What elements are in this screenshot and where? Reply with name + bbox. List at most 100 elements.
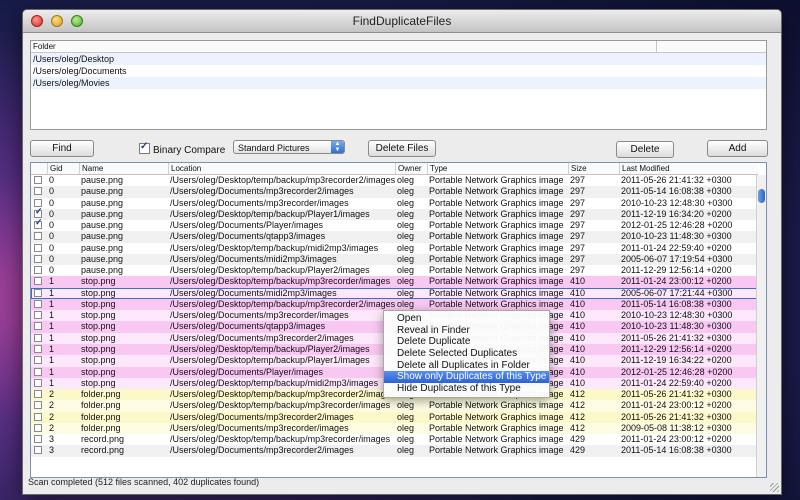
cell-name: pause.png	[81, 253, 124, 264]
cell-last-modified: 2011-05-14 16:08:38 +0300	[621, 445, 732, 456]
folder-list[interactable]: Folder /Users/oleg/Desktop /Users/oleg/D…	[30, 40, 767, 130]
cell-owner: oleg	[397, 265, 415, 276]
row-checkbox[interactable]	[34, 243, 42, 252]
row-checkbox[interactable]	[34, 412, 42, 421]
delete-files-button[interactable]: Delete Files	[368, 140, 436, 157]
row-checkbox[interactable]	[34, 176, 42, 184]
cell-location: /Users/oleg/Desktop/temp/backup/Player1/…	[170, 208, 370, 219]
table-row[interactable]: 0 pause.png/Users/oleg/Documents/mp3recor…	[31, 197, 758, 209]
row-checkbox[interactable]	[34, 311, 42, 320]
cell-owner: oleg	[397, 287, 415, 298]
table-row[interactable]: 0 pause.png/Users/oleg/Documents/qtapp3/i…	[31, 231, 758, 243]
folder-item[interactable]: /Users/oleg/Movies	[31, 77, 766, 89]
row-checkbox[interactable]	[34, 333, 42, 342]
context-menu-item[interactable]: Delete Selected Duplicates	[384, 348, 549, 360]
cell-last-modified: 2011-12-19 16:34:20 +0200	[621, 208, 732, 219]
folder-column-header[interactable]: Folder	[31, 41, 766, 53]
column-header-location[interactable]: Location	[168, 163, 395, 174]
table-row[interactable]: 0 pause.png/Users/oleg/Desktop/temp/backu…	[31, 175, 758, 187]
table-row[interactable]: 0 pause.png/Users/oleg/Desktop/temp/backu…	[31, 265, 758, 277]
table-row[interactable]: 2 folder.png/Users/oleg/Desktop/temp/back…	[31, 400, 758, 412]
cell-location: /Users/oleg/Documents/Player/images	[170, 220, 324, 231]
row-checkbox[interactable]	[34, 277, 42, 286]
add-folder-button[interactable]: Add	[707, 140, 768, 157]
vertical-scrollbar[interactable]	[756, 175, 766, 477]
context-menu-item[interactable]: Hide Duplicates of this Type	[384, 383, 549, 395]
row-checkbox[interactable]	[34, 390, 42, 399]
cell-name: stop.png	[81, 332, 116, 343]
cell-gid: 3	[49, 445, 55, 456]
cell-name: pause.png	[81, 208, 124, 219]
cell-gid: 1	[49, 310, 55, 321]
file-type-select[interactable]: Standard Pictures ▲ ▼	[233, 140, 345, 154]
context-menu-item[interactable]: Show only Duplicates of this Type	[384, 371, 549, 384]
cell-last-modified: 2011-05-14 16:08:38 +0300	[621, 298, 732, 309]
row-checkbox[interactable]	[34, 232, 42, 241]
table-row[interactable]: 0 pause.png/Users/oleg/Desktop/temp/backu…	[31, 242, 758, 254]
context-menu-item[interactable]: Open	[384, 313, 549, 325]
row-checkbox[interactable]	[34, 344, 42, 353]
table-row[interactable]: 1 stop.png/Users/oleg/Desktop/temp/backup…	[31, 298, 758, 311]
row-checkbox[interactable]	[34, 378, 42, 387]
row-checkbox[interactable]	[34, 299, 42, 308]
cell-type: Portable Network Graphics image	[429, 220, 564, 231]
context-menu-item[interactable]: Reveal in Finder	[384, 325, 549, 337]
context-menu-item[interactable]: Delete all Duplicates in Folder	[384, 360, 549, 372]
row-checkbox[interactable]	[34, 288, 42, 297]
column-header-check[interactable]	[31, 163, 47, 174]
table-row[interactable]: 0 pause.png/Users/oleg/Documents/Player/i…	[31, 217, 758, 232]
select-arrows-icon: ▲ ▼	[331, 141, 344, 153]
cell-size: 412	[570, 389, 586, 400]
title-bar[interactable]: FindDuplicateFiles	[23, 10, 781, 33]
folder-item[interactable]: /Users/oleg/Desktop	[31, 53, 766, 65]
cell-last-modified: 2011-05-26 21:41:32 +0300	[621, 332, 732, 343]
row-checkbox[interactable]	[34, 423, 42, 432]
binary-compare-check-box[interactable]	[139, 140, 150, 154]
cell-name: pause.png	[81, 197, 124, 208]
row-checkbox[interactable]	[34, 266, 42, 275]
table-row[interactable]: 3 record.png/Users/oleg/Desktop/temp/back…	[31, 434, 758, 446]
table-row[interactable]: 1 stop.png/Users/oleg/Documents/midi2mp3/…	[31, 287, 758, 299]
context-menu[interactable]: Open Reveal in Finder Delete Duplicate Dele…	[383, 310, 550, 398]
cell-gid: 0	[49, 265, 55, 276]
table-row[interactable]: 1 stop.png/Users/oleg/Desktop/temp/backup…	[31, 276, 758, 288]
row-checkbox[interactable]	[34, 187, 42, 196]
column-header-type[interactable]: Type	[427, 163, 568, 174]
table-row[interactable]: 0 pause.png/Users/oleg/Desktop/temp/backu…	[31, 206, 758, 221]
cell-last-modified: 2010-10-23 11:48:30 +0300	[621, 321, 732, 332]
cell-size: 297	[570, 186, 586, 197]
cell-name: stop.png	[81, 310, 116, 321]
cell-type: Portable Network Graphics image	[429, 422, 564, 433]
cell-type: Portable Network Graphics image	[429, 197, 564, 208]
table-row[interactable]: 0 pause.png/Users/oleg/Documents/mp3recor…	[31, 186, 758, 198]
row-checkbox[interactable]	[34, 367, 42, 376]
row-checkbox[interactable]	[34, 356, 42, 365]
row-checkbox[interactable]	[34, 401, 42, 410]
column-header-last-modified[interactable]: Last Modified	[619, 163, 758, 174]
table-row[interactable]: 2 folder.png/Users/oleg/Documents/mp3reco…	[31, 422, 758, 435]
folder-item[interactable]: /Users/oleg/Documents	[31, 65, 766, 77]
column-header-name[interactable]: Name	[79, 163, 168, 174]
scroll-thumb[interactable]	[758, 189, 765, 203]
column-header-gid[interactable]: Gid	[47, 163, 79, 174]
context-menu-item[interactable]: Delete Duplicate	[384, 336, 549, 348]
cell-gid: 0	[49, 208, 55, 219]
row-checkbox[interactable]	[34, 446, 42, 455]
table-row[interactable]: 3 record.png/Users/oleg/Documents/mp3reco…	[31, 445, 758, 457]
binary-compare-checkbox[interactable]: Binary Compare	[139, 140, 225, 157]
column-header-size[interactable]: Size	[568, 163, 619, 174]
row-checkbox[interactable]	[34, 322, 42, 331]
cell-name: pause.png	[81, 186, 124, 197]
row-checkbox[interactable]	[34, 254, 42, 263]
table-row[interactable]: 0 pause.png/Users/oleg/Documents/midi2mp3…	[31, 253, 758, 266]
cell-size: 410	[570, 287, 586, 298]
row-checkbox[interactable]	[34, 217, 43, 230]
column-header-owner[interactable]: Owner	[395, 163, 427, 174]
cell-last-modified: 2011-12-29 12:56:14 +0200	[621, 343, 732, 354]
table-row[interactable]: 2 folder.png/Users/oleg/Documents/mp3reco…	[31, 411, 758, 423]
row-checkbox[interactable]	[34, 435, 42, 444]
resize-grip-icon[interactable]	[770, 483, 779, 492]
find-button[interactable]: Find	[30, 140, 94, 157]
cell-name: stop.png	[81, 343, 116, 354]
delete-folder-button[interactable]: Delete	[616, 141, 674, 158]
